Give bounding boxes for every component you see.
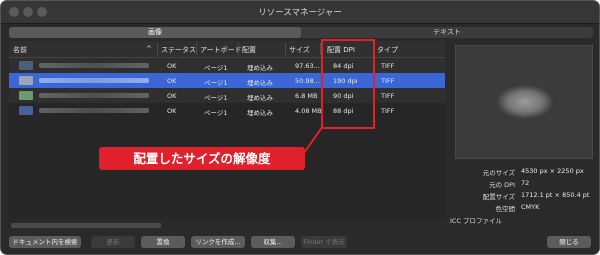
type-cell: TIFF (381, 77, 395, 85)
column-header-placement[interactable]: 配置 (242, 45, 256, 55)
info-value: 1712.1 pt × 850.4 pt (521, 191, 590, 199)
type-cell: TIFF (381, 62, 395, 70)
size-cell: 4.08 MB (295, 107, 322, 115)
annotation-callout: 配置したサイズの解像度 (99, 147, 305, 170)
column-divider (285, 43, 286, 55)
dpi-column-highlight (321, 39, 375, 129)
file-name-redacted (39, 108, 149, 113)
file-name-redacted (39, 93, 149, 98)
column-header-artboard[interactable]: アートボード (200, 45, 242, 55)
table-row-selected[interactable]: OK ページ1 埋め込み 50.98... 190 dpi TIFF (9, 73, 445, 88)
column-divider (196, 43, 197, 55)
resource-table: 名前 ^ ステータス アートボード 配置 サイズ 配置 DPI タイプ OK ペ… (9, 41, 445, 219)
size-cell: 50.98... (295, 77, 320, 85)
image-thumbnail (19, 76, 33, 85)
info-value: 4530 px × 2250 px (521, 167, 584, 175)
image-thumbnail (19, 61, 33, 70)
table-header: 名前 ^ ステータス アートボード 配置 サイズ 配置 DPI タイプ (9, 41, 445, 58)
placement-cell: 埋め込み (247, 94, 273, 102)
table-row[interactable]: OK ページ1 埋め込み 4.08 MB 88 dpi TIFF (9, 103, 445, 118)
info-value: CMYK (521, 203, 540, 211)
show-in-finder-button[interactable]: Finder で表示 (301, 236, 347, 248)
info-label: 元の DPI (489, 181, 515, 189)
column-header-type[interactable]: タイプ (377, 45, 398, 55)
info-label: ICC プロファイル (450, 217, 503, 225)
preview-image (498, 86, 552, 118)
image-preview (455, 45, 593, 159)
info-label: 色空間 (495, 205, 516, 213)
type-cell: TIFF (381, 107, 395, 115)
placement-cell: 埋め込み (247, 64, 273, 72)
column-header-status[interactable]: ステータス (161, 45, 196, 55)
collect-button[interactable]: 収集... (251, 236, 295, 248)
type-cell: TIFF (381, 92, 395, 100)
sort-ascending-icon[interactable]: ^ (146, 45, 152, 53)
status-cell: OK (167, 62, 177, 70)
tab-images[interactable]: 画像 (9, 27, 301, 38)
search-in-document-button[interactable]: ドキュメント内を検索 (9, 236, 81, 248)
status-cell: OK (167, 107, 177, 115)
artboard-cell: ページ1 (204, 94, 228, 102)
status-cell: OK (167, 77, 177, 85)
file-name-redacted (39, 63, 149, 68)
size-cell: 97.63... (295, 62, 320, 70)
replace-button[interactable]: 置換 (141, 236, 185, 248)
create-link-button[interactable]: リンクを作成... (191, 236, 245, 248)
info-value: 72 (521, 179, 530, 187)
column-header-size[interactable]: サイズ (289, 45, 310, 55)
placement-cell: 埋め込み (247, 79, 273, 87)
artboard-cell: ページ1 (204, 109, 228, 117)
segmented-tabs: 画像 テキスト (9, 27, 593, 38)
image-thumbnail (19, 106, 33, 115)
artboard-cell: ページ1 (204, 79, 228, 87)
status-cell: OK (167, 92, 177, 100)
window-title: リソースマネージャー (258, 8, 342, 18)
column-header-name[interactable]: 名前 (13, 45, 27, 55)
title-bar: リソースマネージャー (1, 1, 599, 24)
tab-text[interactable]: テキスト (301, 27, 593, 38)
table-row[interactable]: OK ページ1 埋め込み 6.8 MB 90 dpi TIFF (9, 88, 445, 103)
file-name-redacted (39, 78, 149, 83)
resource-manager-window: リソースマネージャー 画像 テキスト 名前 ^ ステータス アートボード 配置 … (0, 0, 600, 255)
info-label: 元のサイズ (482, 169, 515, 177)
placement-cell: 埋め込み (247, 109, 273, 117)
update-button[interactable]: 更新 (91, 236, 135, 248)
column-divider (157, 43, 158, 55)
artboard-cell: ページ1 (204, 64, 228, 72)
info-label: 配置サイズ (482, 193, 515, 201)
close-button[interactable]: 閉じる (547, 236, 591, 248)
size-cell: 6.8 MB (295, 92, 318, 100)
image-thumbnail (19, 91, 33, 100)
column-divider (238, 43, 239, 55)
file-path-redacted (11, 223, 161, 228)
table-row[interactable]: OK ページ1 埋め込み 97.63... 84 dpi TIFF (9, 58, 445, 73)
